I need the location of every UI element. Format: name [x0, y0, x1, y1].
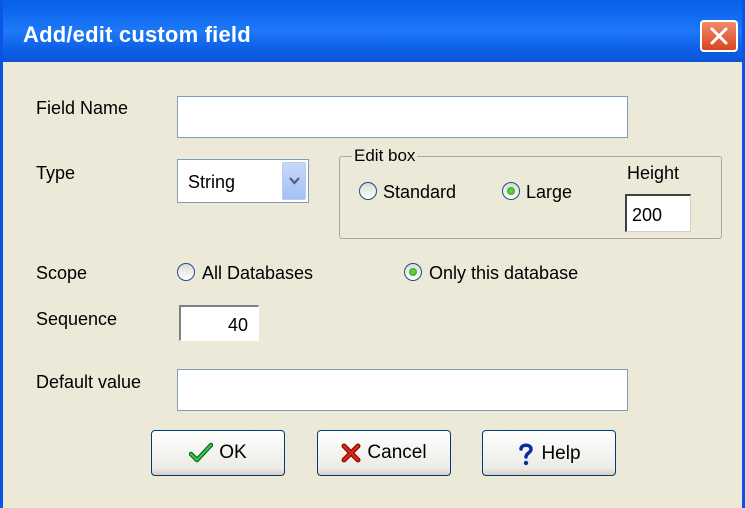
- cancel-button-label: Cancel: [367, 442, 427, 463]
- field-name-input[interactable]: [177, 96, 628, 138]
- type-label: Type: [36, 163, 76, 183]
- dialog-title: Add/edit custom field: [23, 22, 251, 47]
- help-button[interactable]: Help: [482, 430, 616, 476]
- dialog-window: Add/edit custom field Field Name Type St…: [0, 0, 745, 508]
- x-icon: [341, 443, 361, 463]
- standard-radio[interactable]: [359, 182, 377, 200]
- all-databases-radio-label[interactable]: All Databases: [202, 263, 313, 284]
- height-value: 200: [632, 205, 663, 225]
- close-button[interactable]: [700, 20, 738, 52]
- title-bar[interactable]: Add/edit custom field: [3, 0, 742, 62]
- scope-label: Scope: [36, 263, 88, 283]
- chevron-down-icon: [289, 177, 300, 185]
- type-select-dropdown-button[interactable]: [282, 162, 306, 200]
- question-icon: [519, 443, 534, 466]
- only-this-database-radio[interactable]: [404, 263, 422, 281]
- type-select[interactable]: String: [177, 159, 309, 203]
- ok-button[interactable]: OK: [151, 430, 285, 476]
- only-this-database-radio-label[interactable]: Only this database: [429, 263, 578, 284]
- sequence-input[interactable]: 40: [179, 305, 259, 341]
- sequence-label: Sequence: [36, 309, 118, 329]
- large-radio[interactable]: [502, 182, 520, 200]
- help-button-label: Help: [541, 443, 581, 464]
- default-value-input[interactable]: [177, 369, 628, 411]
- field-name-label: Field Name: [36, 98, 129, 118]
- close-icon: [710, 27, 728, 45]
- sequence-value: 40: [227, 315, 248, 335]
- ok-button-label: OK: [219, 442, 247, 463]
- large-radio-label[interactable]: Large: [526, 182, 572, 203]
- cancel-button[interactable]: Cancel: [317, 430, 451, 476]
- all-databases-radio[interactable]: [177, 263, 195, 281]
- checkmark-icon: [189, 442, 214, 463]
- edit-box-legend: Edit box: [352, 146, 418, 166]
- height-label: Height: [627, 163, 680, 183]
- height-input[interactable]: 200: [625, 194, 691, 232]
- default-value-label: Default value: [36, 372, 142, 392]
- standard-radio-label[interactable]: Standard: [383, 182, 456, 203]
- type-select-value: String: [188, 172, 236, 192]
